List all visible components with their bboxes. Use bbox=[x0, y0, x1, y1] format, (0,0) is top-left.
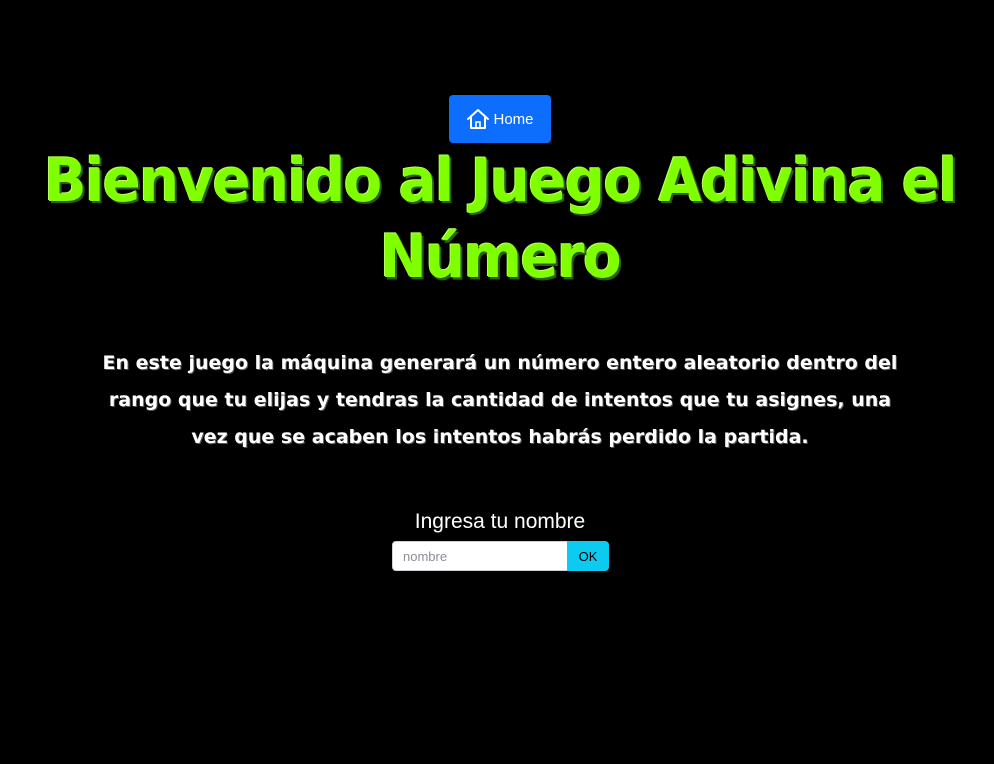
name-form: OK bbox=[392, 541, 609, 571]
home-button[interactable]: Home bbox=[449, 95, 551, 143]
game-description: En este juego la máquina generará un núm… bbox=[102, 352, 898, 448]
page-title: Bienvenido al Juego Adivina el Número bbox=[43, 146, 958, 293]
page: Home Bienvenido al Juego Adivina el Núme… bbox=[0, 0, 994, 764]
ok-button[interactable]: OK bbox=[567, 541, 609, 571]
home-button-label: Home bbox=[493, 110, 534, 128]
name-label: Ingresa tu nombre bbox=[414, 510, 586, 533]
house-icon bbox=[466, 108, 490, 130]
name-input[interactable] bbox=[392, 541, 567, 571]
